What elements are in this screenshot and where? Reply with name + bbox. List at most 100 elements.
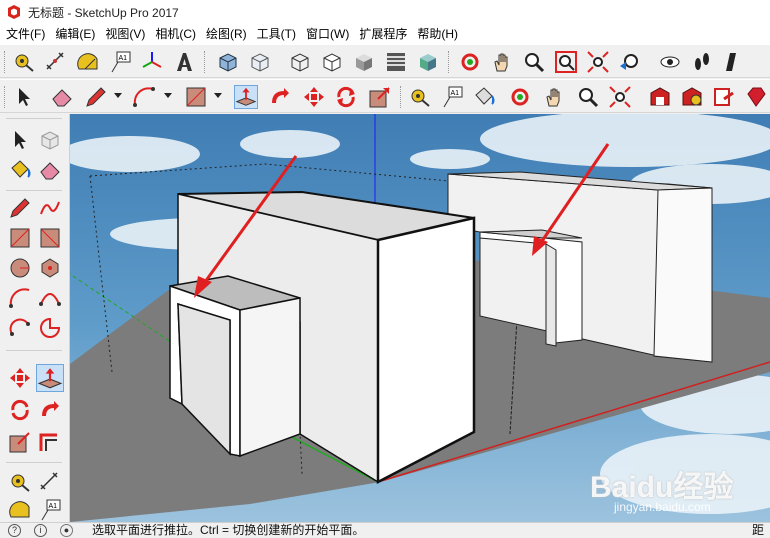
- rectangle-dropdown-icon[interactable]: [214, 93, 222, 98]
- dimension-icon[interactable]: [38, 470, 62, 494]
- pan-icon[interactable]: [490, 50, 514, 74]
- zoom-extents-icon[interactable]: [608, 85, 632, 109]
- svg-text:A1: A1: [451, 90, 460, 97]
- walk-icon[interactable]: [690, 50, 714, 74]
- tape-measure-icon[interactable]: [12, 50, 36, 74]
- orbit-icon[interactable]: [508, 85, 532, 109]
- arc-icon[interactable]: [132, 85, 156, 109]
- axes-icon[interactable]: [140, 50, 164, 74]
- offset-icon[interactable]: [38, 430, 62, 454]
- 3d-text-icon[interactable]: [172, 50, 196, 74]
- iso-view-icon[interactable]: [216, 50, 240, 74]
- pencil-dropdown-icon[interactable]: [114, 93, 122, 98]
- zoom-icon[interactable]: [522, 50, 546, 74]
- pencil-icon[interactable]: [8, 196, 32, 220]
- follow-me-icon[interactable]: [38, 398, 62, 422]
- toolbar-row-1: A1: [0, 44, 770, 78]
- toolbar-grip[interactable]: [204, 51, 208, 73]
- svg-text:A1: A1: [49, 503, 58, 510]
- zoom-window-icon[interactable]: [554, 50, 578, 74]
- follow-me-icon[interactable]: [268, 85, 292, 109]
- menu-tools[interactable]: 工具(T): [252, 24, 301, 44]
- paint-bucket-icon[interactable]: [8, 158, 32, 182]
- make-component-icon[interactable]: [38, 128, 62, 152]
- sketchup-logo-icon: [8, 5, 20, 19]
- toolbar-grip[interactable]: [6, 118, 62, 119]
- user-icon[interactable]: ●: [60, 524, 73, 537]
- scale-icon[interactable]: [8, 430, 32, 454]
- rectangle-icon[interactable]: [8, 226, 32, 250]
- shaded-icon[interactable]: [352, 50, 376, 74]
- hidden-line-icon[interactable]: [320, 50, 344, 74]
- toolbar-grip[interactable]: [400, 86, 404, 108]
- 3-point-arc-icon[interactable]: [8, 316, 32, 340]
- tape-measure-icon[interactable]: [408, 85, 432, 109]
- rotate-icon[interactable]: [334, 85, 358, 109]
- eraser-icon[interactable]: [38, 158, 62, 182]
- menu-view[interactable]: 视图(V): [100, 24, 150, 44]
- rotate-icon[interactable]: [8, 398, 32, 422]
- title-bar: 无标题 - SketchUp Pro 2017: [0, 0, 770, 24]
- text-icon[interactable]: A1: [108, 50, 132, 74]
- move-icon[interactable]: [302, 85, 326, 109]
- menu-extensions[interactable]: 扩展程序: [354, 24, 412, 44]
- pan-icon[interactable]: [542, 85, 566, 109]
- protractor-icon[interactable]: [76, 50, 100, 74]
- status-bar: ? i ● 选取平面进行推拉。Ctrl = 切换创建新的开始平面。 距: [0, 522, 770, 538]
- arc-icon[interactable]: [8, 286, 32, 310]
- toolbar-grip[interactable]: [4, 51, 8, 73]
- toolbar-separator: [6, 190, 62, 191]
- position-camera-icon[interactable]: [658, 50, 682, 74]
- orbit-icon[interactable]: [458, 50, 482, 74]
- toolbar-row-2: A1: [0, 79, 770, 113]
- shaded-textures-icon[interactable]: [384, 50, 408, 74]
- menu-edit[interactable]: 编辑(E): [50, 24, 100, 44]
- measurements-label: 距: [752, 523, 765, 537]
- pie-icon[interactable]: [38, 316, 62, 340]
- dimension-icon[interactable]: [44, 50, 68, 74]
- menu-draw[interactable]: 绘图(R): [201, 24, 252, 44]
- help-circle-icon[interactable]: ?: [8, 524, 21, 537]
- menu-window[interactable]: 窗口(W): [301, 24, 354, 44]
- monochrome-icon[interactable]: [416, 50, 440, 74]
- arc-dropdown-icon[interactable]: [164, 93, 172, 98]
- 2-point-arc-icon[interactable]: [38, 286, 62, 310]
- look-around-icon[interactable]: [722, 50, 746, 74]
- send-to-layout-icon[interactable]: [712, 85, 736, 109]
- eraser-icon[interactable]: [50, 85, 74, 109]
- wireframe-icon[interactable]: [288, 50, 312, 74]
- toolbar-grip[interactable]: [448, 51, 452, 73]
- text-icon[interactable]: A1: [440, 85, 464, 109]
- warehouse-icon[interactable]: [648, 85, 672, 109]
- ruby-icon[interactable]: [744, 85, 768, 109]
- zoom-extents-icon[interactable]: [586, 50, 610, 74]
- menu-camera[interactable]: 相机(C): [150, 24, 201, 44]
- circle-icon[interactable]: [8, 256, 32, 280]
- toolbar-grip[interactable]: [4, 86, 8, 108]
- menu-file[interactable]: 文件(F): [0, 24, 50, 44]
- text-icon[interactable]: A1: [38, 498, 62, 522]
- previous-view-icon[interactable]: [618, 50, 642, 74]
- zoom-icon[interactable]: [576, 85, 600, 109]
- freehand-icon[interactable]: [38, 196, 62, 220]
- move-icon[interactable]: [8, 366, 32, 390]
- tape-measure-icon[interactable]: [8, 470, 32, 494]
- viewport-canvas[interactable]: [70, 114, 770, 522]
- push-pull-icon[interactable]: [36, 364, 64, 392]
- extension-warehouse-icon[interactable]: [680, 85, 704, 109]
- rectangle-icon[interactable]: [184, 85, 208, 109]
- scale-icon[interactable]: [368, 85, 392, 109]
- select-icon[interactable]: [8, 128, 32, 152]
- protractor-icon[interactable]: [8, 498, 32, 522]
- polygon-icon[interactable]: [38, 256, 62, 280]
- model-viewport[interactable]: Baidu经验 jingyan.baidu.com: [70, 114, 770, 522]
- pencil-icon[interactable]: [84, 85, 108, 109]
- menu-bar: 文件(F) 编辑(E) 视图(V) 相机(C) 绘图(R) 工具(T) 窗口(W…: [0, 24, 770, 44]
- push-pull-icon[interactable]: [234, 85, 258, 109]
- menu-help[interactable]: 帮助(H): [412, 24, 463, 44]
- paint-bucket-icon[interactable]: [472, 85, 496, 109]
- xray-icon[interactable]: [248, 50, 272, 74]
- rotated-rectangle-icon[interactable]: [38, 226, 62, 250]
- info-icon[interactable]: i: [34, 524, 47, 537]
- select-icon[interactable]: [12, 85, 36, 109]
